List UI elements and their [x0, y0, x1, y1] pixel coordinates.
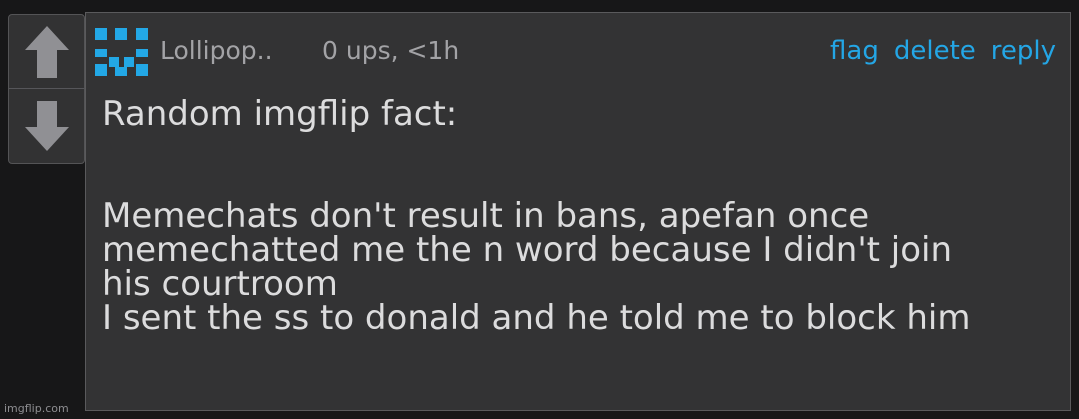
- arrow-down-icon: [24, 100, 69, 151]
- comment-meta: 0 ups, <1h: [322, 36, 460, 65]
- downvote-button[interactable]: [9, 89, 84, 162]
- delete-link[interactable]: delete: [894, 34, 976, 68]
- comment-line-1: Random imgflip fact:: [102, 94, 458, 134]
- comment-line-blank-1: [102, 131, 1062, 165]
- comment-actions: flag delete reply: [830, 34, 1056, 68]
- comment-line-6: his courtroom: [102, 264, 338, 304]
- comment-line-blank-2: [102, 165, 1062, 199]
- user-avatar[interactable]: [93, 22, 150, 79]
- vote-panel: [8, 14, 85, 164]
- imgflip-watermark: imgflip.com: [4, 402, 69, 415]
- flag-link[interactable]: flag: [830, 34, 879, 68]
- comment-username[interactable]: Lollipop..: [160, 34, 273, 68]
- comment-line-5: memechatted me the n word because I didn…: [102, 230, 953, 270]
- comment-body: Random imgflip fact: Memechats don't res…: [102, 97, 1062, 335]
- reply-link[interactable]: reply: [991, 34, 1056, 68]
- comment-line-4: Memechats don't result in bans, apefan o…: [102, 196, 870, 236]
- comment-line-7: I sent the ss to donald and he told me t…: [102, 298, 971, 338]
- upvote-button[interactable]: [9, 15, 84, 88]
- comment-card: Lollipop.. 0 ups, <1h flag delete reply …: [85, 12, 1071, 411]
- arrow-up-icon: [24, 25, 69, 78]
